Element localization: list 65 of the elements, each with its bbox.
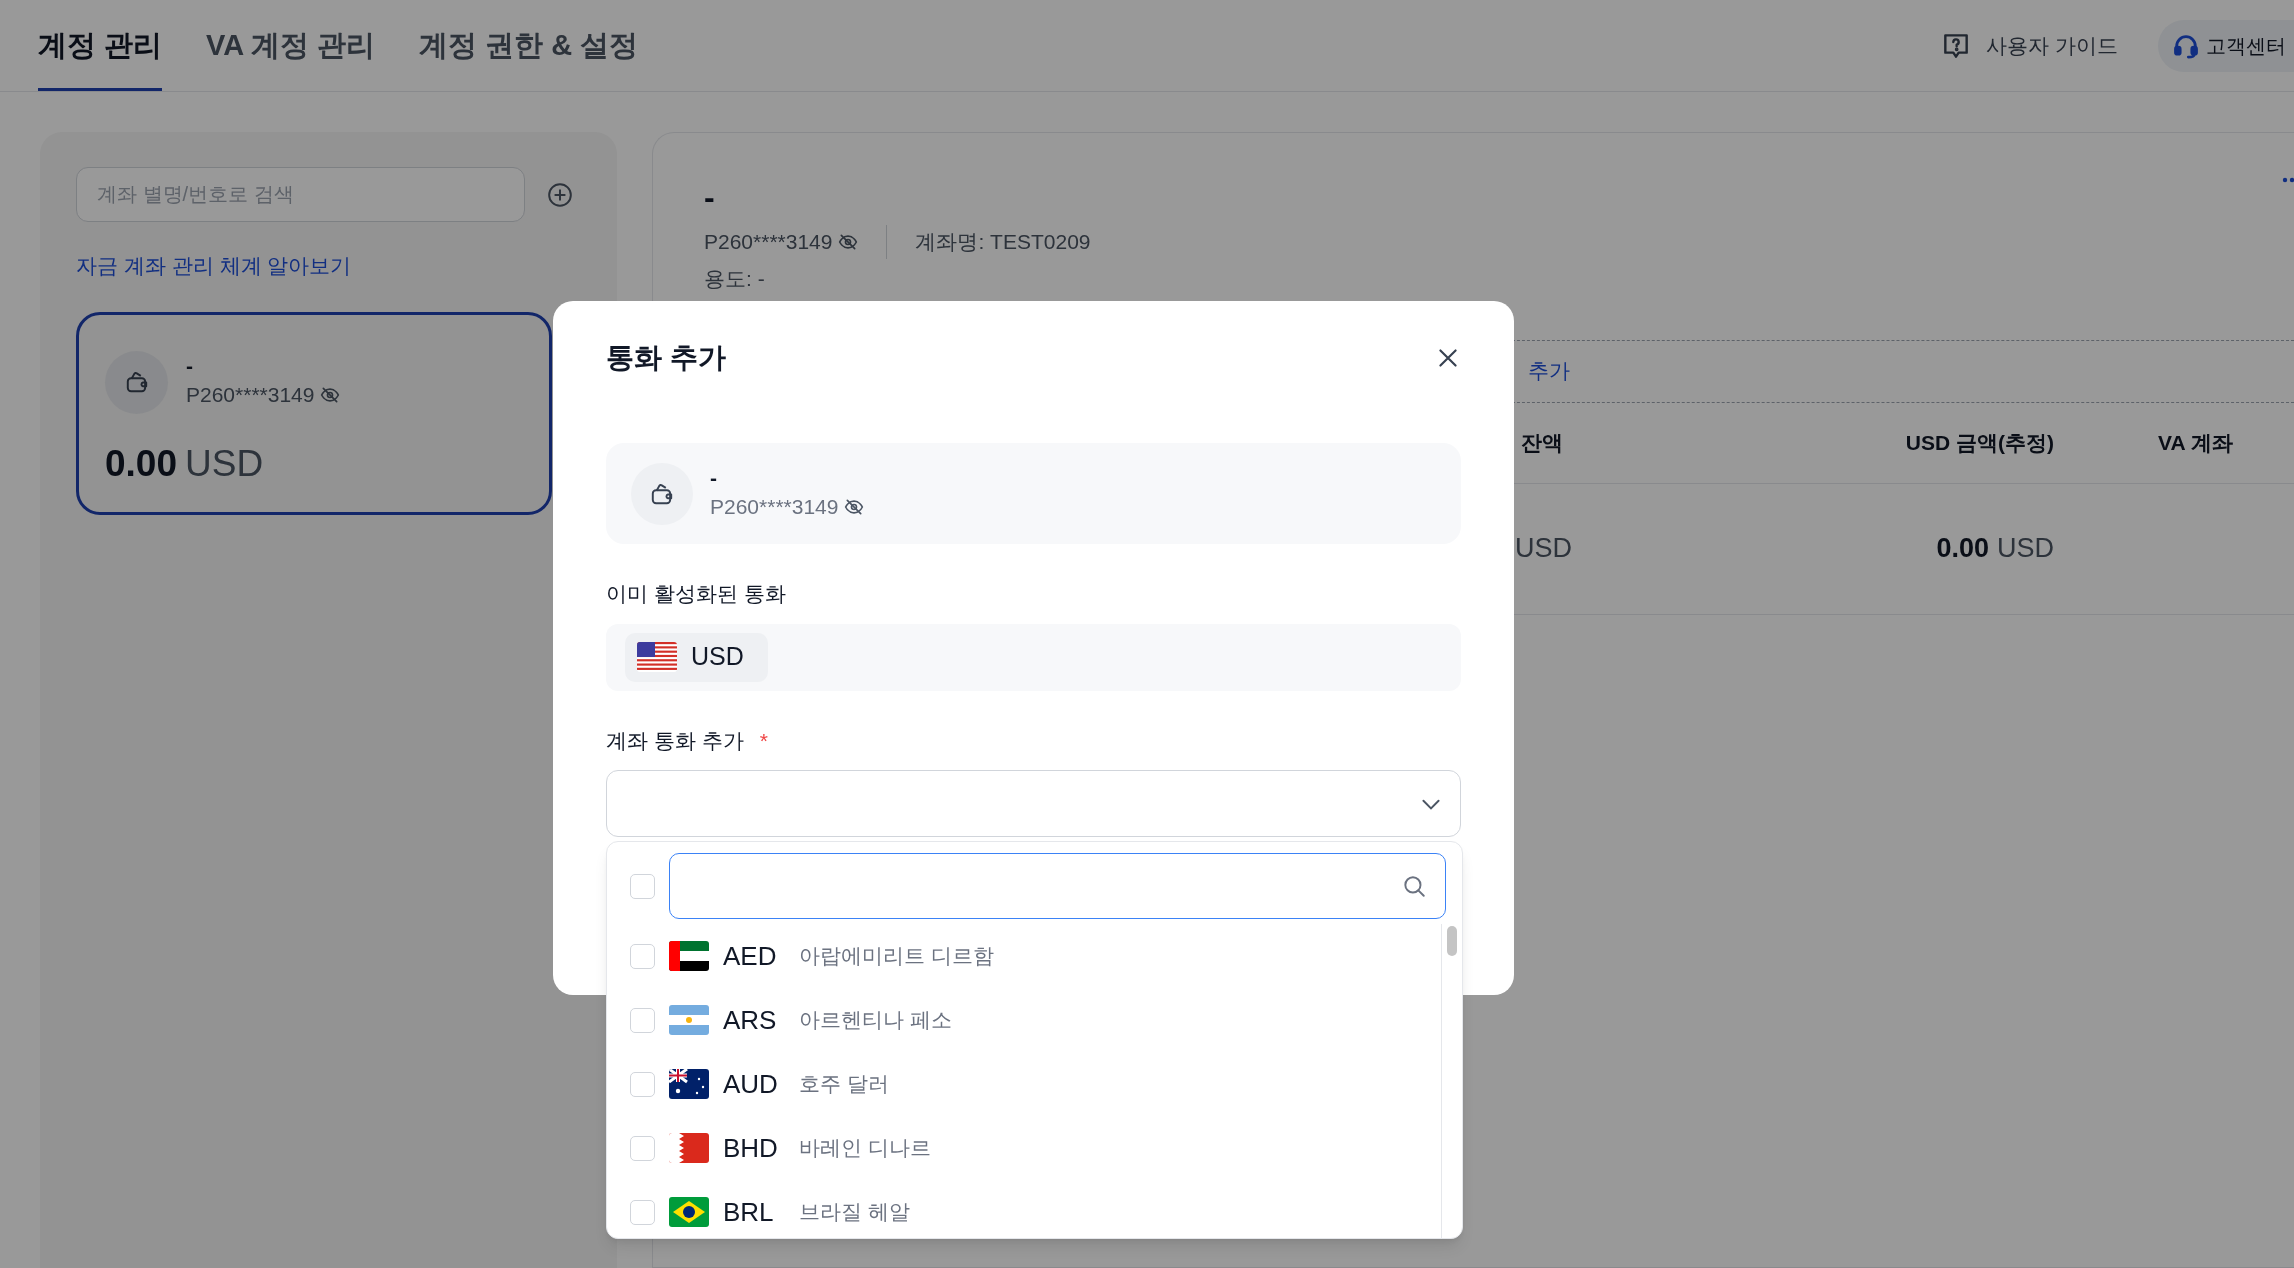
balance-amount: 0.00 (105, 441, 177, 486)
checkbox[interactable] (630, 1135, 655, 1161)
currency-option[interactable]: AED 아랍에미리트 디르함 (607, 924, 1441, 988)
currency-chip: USD (625, 632, 768, 682)
flag-icon (669, 941, 709, 971)
active-currencies-label: 이미 활성화된 통화 (606, 582, 786, 605)
checkbox[interactable] (630, 943, 655, 969)
currency-name: 아르헨티나 페소 (799, 1007, 952, 1034)
account-purpose: 용도: - (704, 267, 765, 290)
flag-icon (637, 642, 677, 672)
checkbox[interactable] (630, 873, 655, 899)
currency-option[interactable]: ARS 아르헨티나 페소 (607, 988, 1441, 1052)
currency-option[interactable]: BRL 브라질 헤알 (607, 1180, 1441, 1238)
account-number: P260****3149 (710, 493, 839, 520)
currency-code: AED (723, 939, 778, 973)
usd-amount: 0.00 (1936, 532, 1989, 566)
balance-currency: USD (185, 441, 264, 486)
flag-icon (669, 1005, 709, 1035)
currency-search-field[interactable] (669, 853, 1446, 919)
currency-code: AUD (723, 1067, 779, 1101)
checkbox[interactable] (630, 1071, 655, 1097)
column-header: 잔액 (1520, 429, 1564, 456)
account-name: - (186, 353, 194, 380)
currency-select[interactable] (606, 770, 1461, 837)
account-number: P260****3149 (186, 382, 315, 409)
currency-option[interactable]: AUD 호주 달러 (607, 1052, 1441, 1116)
customer-center-button[interactable]: 고객센터 (2158, 19, 2294, 72)
nav-tab[interactable]: 계정 권한 & 설정 (419, 0, 639, 91)
eye-off-icon[interactable] (844, 496, 865, 517)
account-nickname: 계좌명: TEST0209 (915, 229, 1091, 256)
account-card[interactable]: - P260****3149 0.00 USD (76, 311, 552, 515)
column-header: VA 계좌 (2157, 429, 2234, 456)
column-header: USD 금액(추정) (1904, 429, 2054, 456)
more-icon[interactable] (2282, 177, 2294, 183)
usd-currency: USD (1997, 532, 2054, 566)
currency-name: 아랍에미리트 디르함 (799, 943, 994, 970)
currency-name: 브라질 헤알 (799, 1199, 910, 1226)
account-name: - (710, 464, 718, 491)
flag-icon (669, 1197, 709, 1227)
account-search-field[interactable]: 계좌 별명/번호로 검색 (76, 167, 525, 222)
checkbox[interactable] (630, 1199, 655, 1225)
flag-icon (669, 1133, 709, 1163)
search-icon (1401, 873, 1427, 899)
currency-code: BHD (723, 1131, 779, 1165)
currency-option[interactable]: BHD 바레인 디나르 (607, 1116, 1441, 1180)
fund-account-guide-link[interactable]: 자금 계좌 관리 체계 알아보기 (76, 254, 352, 277)
nav-tab[interactable]: 계정 관리 (38, 0, 163, 91)
currency-code: BRL (723, 1195, 775, 1229)
eye-off-icon[interactable] (320, 385, 341, 405)
required-mark: * (759, 727, 768, 754)
currency-name: 호주 달러 (799, 1071, 889, 1098)
eye-off-icon[interactable] (838, 232, 859, 252)
dialog-title: 통화 추가 (606, 341, 726, 375)
detail-account-number: P260****3149 (704, 229, 833, 256)
nav-tab[interactable]: VA 계정 관리 (206, 0, 376, 91)
currency-code: ARS (723, 1003, 778, 1037)
add-currency-label: 계좌 통화 추가 (606, 727, 744, 754)
flag-icon (669, 1069, 709, 1099)
add-circle-icon[interactable] (547, 181, 573, 208)
currency-name: 바레인 디나르 (799, 1135, 931, 1162)
balance-currency-cell-text: USD (1514, 532, 1573, 566)
checkbox[interactable] (630, 1007, 655, 1033)
add-currency-link[interactable]: 추가 (1528, 355, 1570, 387)
detail-account-name: - (704, 178, 715, 217)
user-guide-button[interactable]: 사용자 가이드 (1940, 29, 2118, 62)
